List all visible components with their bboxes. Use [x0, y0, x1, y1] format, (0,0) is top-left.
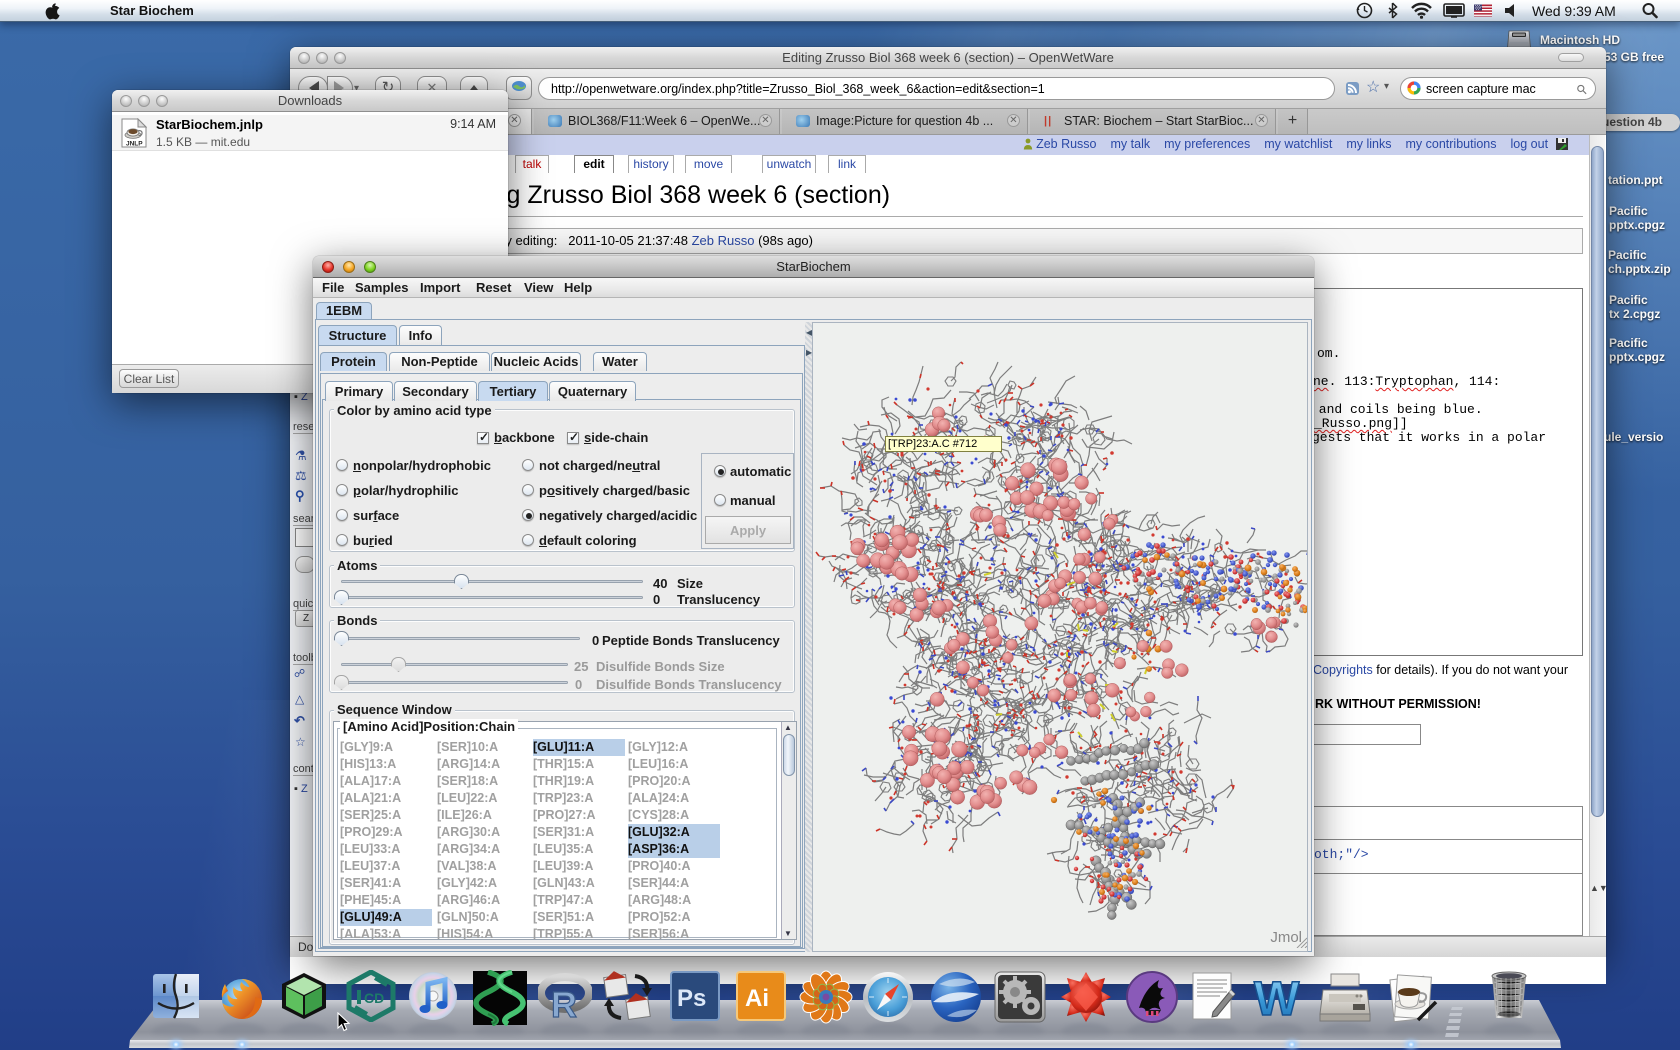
- svg-text:Ai: Ai: [745, 985, 769, 1012]
- svg-text:R: R: [551, 984, 577, 1024]
- svg-text:CD: CD: [364, 990, 384, 1006]
- svg-text:Ps: Ps: [677, 985, 706, 1012]
- svg-text:JNLP: JNLP: [126, 141, 143, 148]
